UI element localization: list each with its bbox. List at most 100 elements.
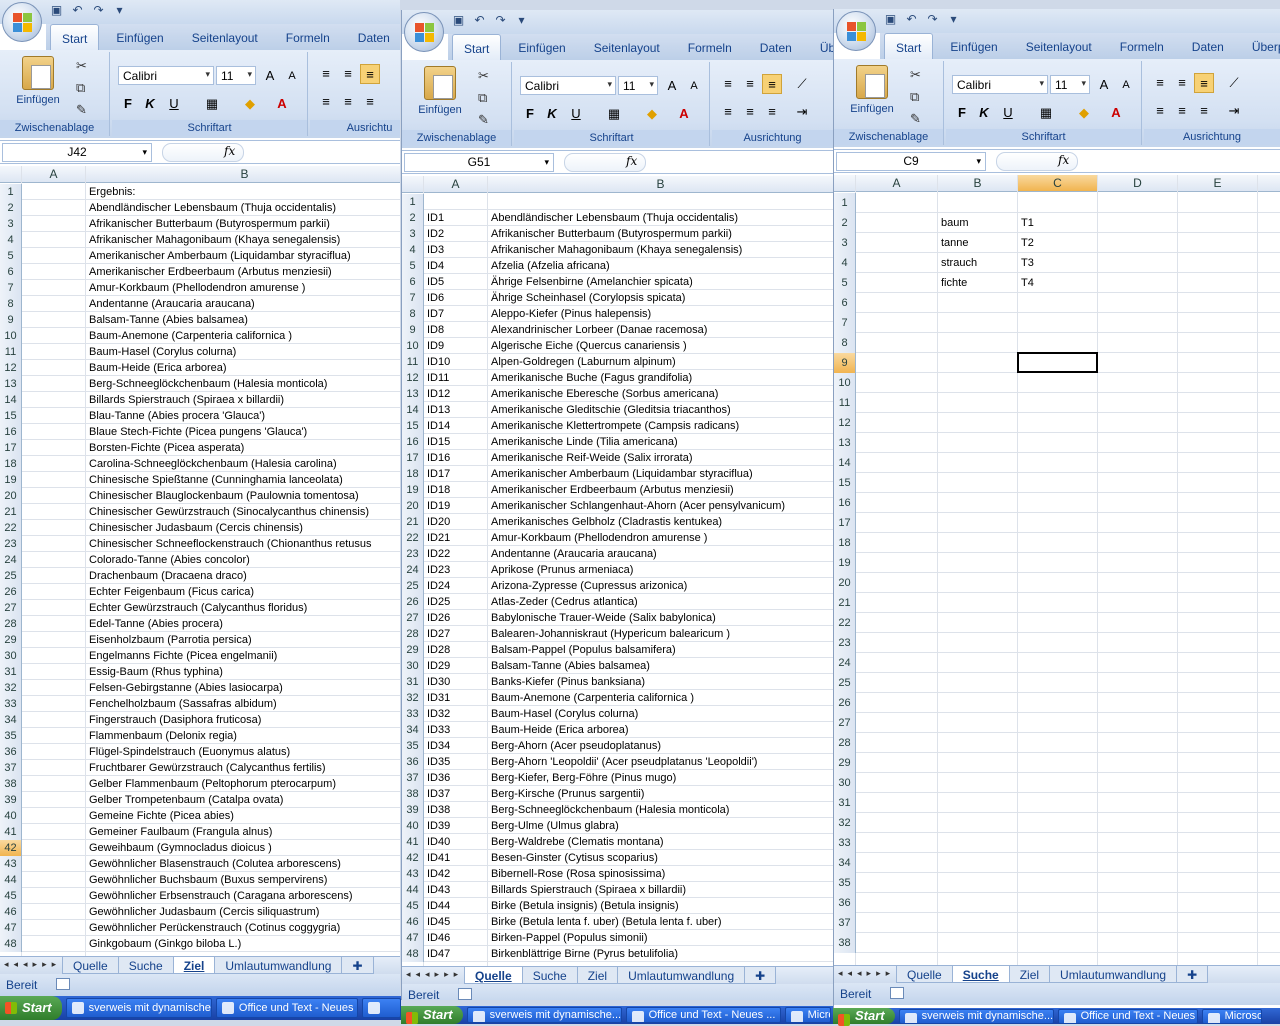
cell-b[interactable]: Fruchtbarer Gewürzstrauch (Calycanthus f… [87,760,326,776]
row-header[interactable]: 6 [402,274,424,290]
cell-a[interactable]: ID46 [425,930,450,946]
taskbar-item-sverweis[interactable]: sverweis mit dynamische... [898,1008,1054,1024]
cell-b[interactable]: Banks-Kiefer (Pinus banksiana) [489,674,645,690]
cell-a[interactable]: ID43 [425,882,450,898]
row-header[interactable]: 2 [834,213,856,233]
cell-b[interactable]: Engelmanns Fichte (Picea engelmanii) [87,648,277,664]
cell-b[interactable]: Balsam-Tanne (Abies balsamea) [87,312,248,328]
taskbar-item-sverweis[interactable]: sverweis mit dynamische... [65,998,212,1018]
cell-b[interactable]: Essig-Baum (Rhus typhina) [87,664,223,680]
align-middle-icon[interactable]: ≡ [338,64,358,84]
row-header[interactable]: 30 [834,773,856,793]
row-header[interactable]: 35 [834,873,856,893]
select-all-corner[interactable] [402,176,424,193]
cell-b[interactable]: Atlas-Zeder (Cedrus atlantica) [489,594,638,610]
macro-record-icon[interactable] [458,988,472,1000]
row-header[interactable]: 26 [0,584,22,600]
italic-button[interactable]: K [140,94,160,114]
save-icon[interactable]: ▣ [452,14,465,27]
cell-b[interactable]: Chinesischer Blauglockenbaum (Paulownia … [87,488,359,504]
cell-b[interactable]: Arizona-Zypresse (Cupressus arizonica) [489,578,687,594]
cell-b[interactable]: Baum-Heide (Erica arborea) [87,360,227,376]
cell-b[interactable]: Baum-Hasel (Corylus colurna) [87,344,236,360]
cell-b[interactable]: Birken-Pappel (Populus simonii) [489,930,648,946]
cell-a[interactable]: ID14 [425,418,450,434]
row-header[interactable]: 32 [402,690,424,706]
row-header[interactable]: 14 [0,392,22,408]
row-header[interactable]: 36 [402,754,424,770]
start-button[interactable]: Start [833,1008,895,1026]
row-header[interactable]: 33 [0,696,22,712]
row-header[interactable]: 42 [0,840,22,856]
cell-b[interactable]: Billards Spierstrauch (Spiraea x billard… [87,392,284,408]
row-header[interactable]: 28 [402,626,424,642]
cell-b[interactable]: Birkenblättrige Birne (Pyrus betulifolia… [489,946,678,962]
font-size-combo[interactable]: 11 [618,76,658,95]
row-header[interactable]: 17 [0,440,22,456]
cell-a[interactable]: ID5 [425,274,444,290]
orientation-icon[interactable]: ⟋ [792,74,812,94]
customize-icon[interactable]: ▾ [947,13,960,26]
cell-b[interactable]: Berg-Ulme (Ulmus glabra) [489,818,619,834]
cell-b[interactable]: Gewöhnlicher Erbsenstrauch (Caragana arb… [87,888,353,904]
row-header[interactable]: 28 [0,616,22,632]
row-header[interactable]: 11 [402,354,424,370]
grow-font-icon[interactable]: A [1094,75,1114,95]
row-header[interactable]: 39 [0,792,22,808]
sheet-tab-quelle[interactable]: Quelle [62,957,119,974]
row-header[interactable]: 23 [0,536,22,552]
cell-a[interactable]: ID1 [425,210,444,226]
taskbar-item-office-text[interactable]: Office und Text - Neues ... [215,998,358,1018]
cell-a[interactable]: ID47 [425,946,450,962]
border-icon[interactable]: ▦ [202,94,222,114]
align-center-icon[interactable]: ≡ [338,92,358,112]
align-top-icon[interactable]: ≡ [1150,73,1170,93]
sheet-tab-ziel[interactable]: Ziel [172,957,216,974]
sheet-tab-ziel[interactable]: Ziel [1008,966,1051,983]
shrink-font-icon[interactable]: A [282,66,302,86]
tab-start[interactable]: Start [50,24,100,50]
cell-b[interactable]: Babylonische Trauer-Weide (Salix babylon… [489,610,716,626]
copy-icon[interactable]: ⧉ [478,90,487,106]
column-header-c[interactable]: C [1018,175,1098,192]
row-header[interactable]: 1 [402,194,424,210]
cell-b[interactable]: strauch [939,253,977,273]
cell-a[interactable]: ID34 [425,738,450,754]
fill-color-icon[interactable]: ◆ [240,94,260,114]
tab-formeln[interactable]: Formeln [677,34,743,60]
tab-start[interactable]: Start [884,33,934,59]
insert-sheet-icon[interactable]: ✚ [341,957,374,974]
taskbar-item-office-text[interactable]: Office und Text - Neues ... [625,1007,781,1023]
sheet-tab-quelle[interactable]: Quelle [464,967,523,984]
row-header[interactable]: 33 [834,833,856,853]
cell-a[interactable]: ID17 [425,466,450,482]
cell-b[interactable]: Andentanne (Araucaria araucana) [87,296,255,312]
tab-einfuegen[interactable]: Einfügen [105,24,174,50]
cell-b[interactable]: Chinesische Spießtanne (Cunninghamia lan… [87,472,343,488]
cell-b[interactable]: Billards Spierstrauch (Spiraea x billard… [489,882,686,898]
cell-b[interactable]: Ährige Scheinhasel (Corylopsis spicata) [489,290,685,306]
row-header[interactable]: 21 [402,514,424,530]
cell-b[interactable]: Geweihbaum (Gymnocladus dioicus ) [87,840,272,856]
start-button[interactable]: Start [0,996,62,1020]
cell-b[interactable]: Blaue Stech-Fichte (Picea pungens 'Glauc… [87,424,307,440]
sheet-tab-umlautumwandlung[interactable]: Umlautumwandlung [214,957,343,974]
row-header[interactable]: 4 [0,232,22,248]
shrink-font-icon[interactable]: A [1116,75,1136,95]
active-cell-selection[interactable] [1017,352,1098,373]
row-header[interactable]: 33 [402,706,424,722]
align-bottom-icon[interactable]: ≡ [360,64,380,84]
row-header[interactable]: 43 [0,856,22,872]
align-left-icon[interactable]: ≡ [718,102,738,122]
row-header[interactable]: 48 [0,936,22,952]
row-header[interactable]: 29 [402,642,424,658]
row-header[interactable]: 10 [834,373,856,393]
row-header[interactable]: 13 [402,386,424,402]
font-size-combo[interactable]: 11 [1050,75,1090,94]
cell-b[interactable]: Gewöhnlicher Buchsbaum (Buxus sempervire… [87,872,327,888]
cell-b[interactable]: Berg-Kiefer, Berg-Föhre (Pinus mugo) [489,770,676,786]
row-header[interactable]: 29 [0,632,22,648]
cell-b[interactable]: Gewöhnlicher Judasbaum (Cercis siliquast… [87,904,319,920]
select-all-corner[interactable] [834,175,856,192]
shrink-font-icon[interactable]: A [684,76,704,96]
